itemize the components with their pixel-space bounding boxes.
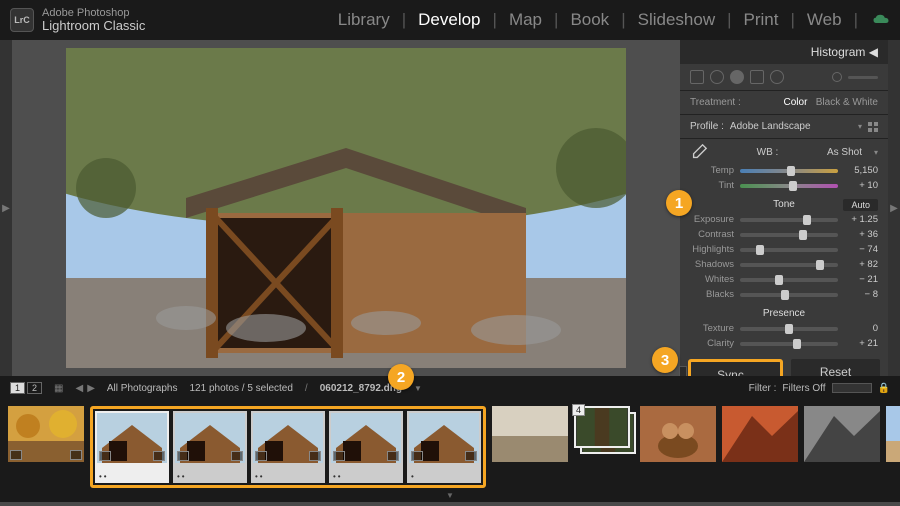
source-dropdown[interactable]: All Photographs — [107, 383, 178, 394]
slider-whites[interactable]: Whites− 21 — [680, 272, 888, 287]
profile-label: Profile : — [690, 121, 724, 132]
module-web[interactable]: Web — [801, 6, 848, 34]
profile-row: Profile : Adobe Landscape ▾ — [680, 115, 888, 139]
treatment-color[interactable]: Color — [784, 97, 808, 108]
stack-count-badge: 4 — [572, 404, 585, 416]
filmstrip-thumb[interactable] — [492, 406, 568, 462]
left-panel-toggle[interactable]: ▶ — [0, 40, 12, 376]
callout-1: 1 — [666, 190, 692, 216]
module-map[interactable]: Map — [503, 6, 548, 34]
chevron-down-icon[interactable]: ▾ — [874, 148, 878, 157]
eyedropper-icon[interactable] — [690, 143, 708, 161]
slider-texture[interactable]: Texture0 — [680, 321, 888, 336]
develop-right-panel: Histogram ◀ Treatment : Color Black & Wh… — [680, 40, 888, 376]
app-title-text: Lightroom Classic — [42, 19, 145, 33]
auto-button[interactable]: Auto — [843, 199, 878, 211]
app-logo: LrC — [10, 8, 34, 32]
slider-blacks[interactable]: Blacks− 8 — [680, 287, 888, 302]
profile-grid-icon[interactable] — [868, 122, 878, 132]
module-library[interactable]: Library — [332, 6, 396, 34]
module-book[interactable]: Book — [564, 6, 615, 34]
treatment-row: Treatment : Color Black & White — [680, 91, 888, 115]
filmstrip-thumb[interactable] — [886, 406, 900, 462]
filmstrip-thumb[interactable] — [640, 406, 716, 462]
tone-section-header: ToneAuto — [680, 193, 888, 212]
module-print[interactable]: Print — [738, 6, 785, 34]
callout-3: 3 — [652, 347, 678, 373]
profile-dropdown[interactable]: Adobe Landscape — [730, 121, 852, 132]
brush-tool-icon[interactable] — [832, 72, 842, 82]
slider-contrast[interactable]: Contrast+ 36 — [680, 227, 888, 242]
filmstrip-thumb[interactable]: • — [407, 411, 481, 483]
filter-attributes-icon[interactable] — [832, 383, 872, 393]
monitor-1[interactable]: 1 — [10, 382, 25, 394]
preview-image — [66, 48, 626, 368]
cloud-sync-icon[interactable] — [872, 14, 890, 26]
wb-label: WB : — [716, 147, 819, 158]
main-area: ▶ Histogra — [0, 40, 900, 376]
right-panel-toggle[interactable]: ▶ — [888, 40, 900, 376]
lock-icon[interactable]: 🔒 — [878, 383, 890, 394]
filmstrip-thumb[interactable] — [722, 406, 798, 462]
spot-tool-icon[interactable] — [710, 70, 724, 84]
chevron-down-icon[interactable]: ▼ — [414, 384, 422, 393]
nav-forward-icon[interactable]: ▶ — [87, 383, 95, 394]
chevron-right-icon: ▶ — [890, 203, 898, 214]
treatment-bw[interactable]: Black & White — [816, 97, 878, 108]
treatment-label: Treatment : — [690, 97, 741, 108]
module-slideshow[interactable]: Slideshow — [632, 6, 722, 34]
flag-icon[interactable] — [10, 450, 22, 460]
filmstrip-thumb[interactable]: •• — [251, 411, 325, 483]
redeye-tool-icon[interactable] — [730, 70, 744, 84]
photo-count: 121 photos / 5 selected — [190, 383, 293, 394]
loupe-view[interactable] — [12, 40, 680, 376]
app-name: Adobe Photoshop Lightroom Classic — [42, 7, 145, 33]
module-develop[interactable]: Develop — [412, 6, 486, 34]
grid-view-icon[interactable]: ▦ — [54, 383, 63, 394]
wb-row: WB : As Shot ▾ — [680, 139, 888, 163]
filmstrip-thumb[interactable]: •• — [95, 411, 169, 483]
slider-exposure[interactable]: Exposure+ 1.25 — [680, 212, 888, 227]
nav-back-icon[interactable]: ◀ — [75, 383, 83, 394]
slider-shadows[interactable]: Shadows+ 82 — [680, 257, 888, 272]
callout-2: 2 — [388, 364, 414, 390]
crop-tool-icon[interactable] — [690, 70, 704, 84]
filter-dropdown[interactable]: Filters Off — [782, 383, 825, 394]
filmstrip-selection: •• •• •• •• • — [90, 406, 486, 488]
filmstrip-thumb[interactable] — [804, 406, 880, 462]
chevron-right-icon: ▶ — [2, 203, 10, 214]
title-bar: LrC Adobe Photoshop Lightroom Classic Li… — [0, 0, 900, 40]
filmstrip-thumb[interactable]: •• — [329, 411, 403, 483]
monitor-2[interactable]: 2 — [27, 382, 42, 394]
badge-icon[interactable] — [70, 450, 82, 460]
histogram-header[interactable]: Histogram ◀ — [680, 40, 888, 64]
presence-section-header: Presence — [680, 302, 888, 321]
brush-size-slider[interactable] — [848, 76, 878, 79]
filmstrip-handle[interactable]: ▼ — [0, 492, 900, 502]
chevron-down-icon[interactable]: ▾ — [858, 122, 862, 131]
radial-tool-icon[interactable] — [770, 70, 784, 84]
secondary-display-toggle[interactable]: 1 2 — [10, 382, 42, 394]
module-picker: Library| Develop| Map| Book| Slideshow| … — [332, 6, 890, 34]
wb-dropdown[interactable]: As Shot — [827, 147, 862, 158]
slider-temp[interactable]: Temp5,150 — [680, 163, 888, 178]
slider-clarity[interactable]: Clarity+ 21 — [680, 336, 888, 351]
filmstrip-toolbar: 1 2 ▦ ◀ ▶ All Photographs 121 photos / 5… — [0, 376, 900, 400]
tool-strip — [680, 64, 888, 91]
filmstrip-thumb[interactable] — [8, 406, 84, 462]
filmstrip-thumb[interactable]: •• — [173, 411, 247, 483]
filmstrip[interactable]: •• •• •• •• • 4 — [0, 400, 900, 492]
slider-tint[interactable]: Tint+ 10 — [680, 178, 888, 193]
slider-highlights[interactable]: Highlights− 74 — [680, 242, 888, 257]
filmstrip-stack[interactable]: 4 — [574, 406, 634, 462]
mask-tool-icon[interactable] — [750, 70, 764, 84]
nav-arrows: ◀ ▶ — [75, 383, 94, 394]
filter-label: Filter : — [749, 383, 777, 394]
